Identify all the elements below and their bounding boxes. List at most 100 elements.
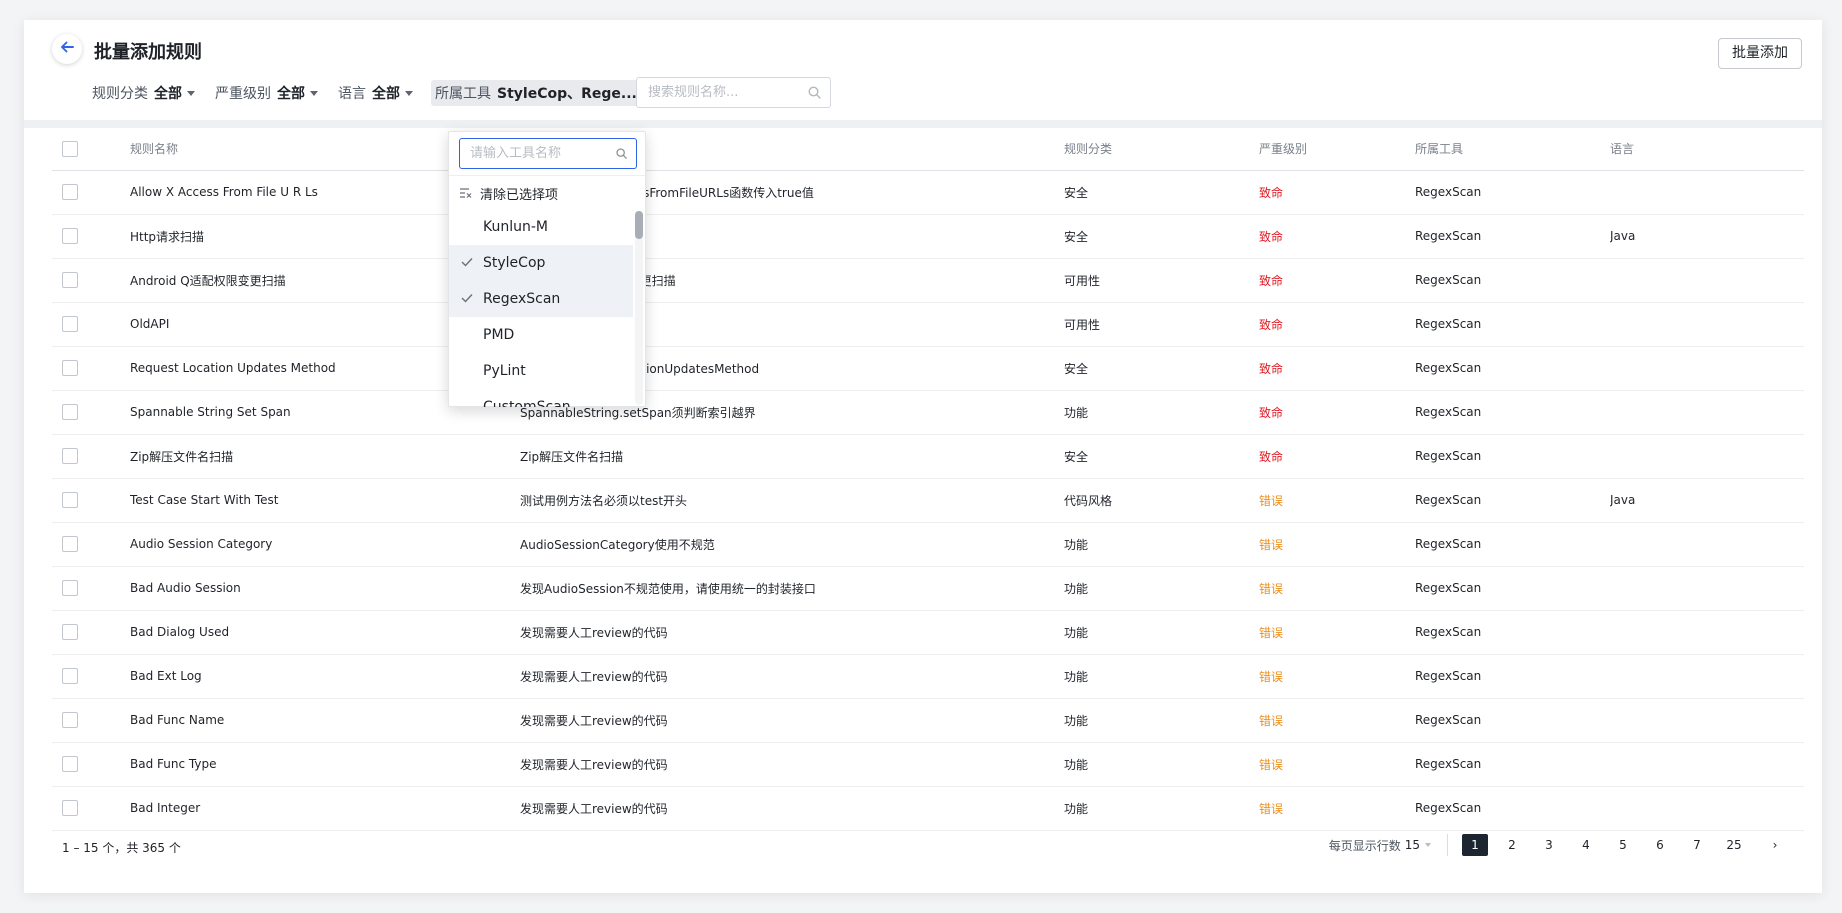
filter-label: 严重级别 [215, 86, 271, 102]
tool-option[interactable]: RegexScan [449, 281, 633, 317]
column-header[interactable]: 语言 [1610, 128, 1804, 171]
filter-label: 规则分类 [92, 86, 148, 102]
row-checkbox[interactable] [62, 492, 78, 508]
page-button[interactable]: 7 [1684, 834, 1710, 856]
rows-per-page-select[interactable]: 每页显示行数 15 [1329, 837, 1431, 854]
tool-option[interactable]: Kunlun-M [449, 209, 633, 245]
row-checkbox[interactable] [62, 448, 78, 464]
table-row[interactable]: OldAPIOldAPI可用性致命RegexScan [52, 302, 1804, 347]
language-cell: Java [1610, 214, 1804, 259]
back-button[interactable] [52, 34, 82, 64]
caret-down-icon [405, 90, 413, 96]
rule-search-input[interactable] [637, 78, 830, 107]
clear-selection-button[interactable]: 清除已选择项 [459, 180, 558, 206]
filter-tool[interactable]: 所属工具 StyleCop、Rege... [431, 80, 654, 106]
table-row[interactable]: Audio Session Category AudioSessionCatego… [52, 522, 1804, 567]
rule-category-cell: 功能 [1064, 786, 1259, 831]
table-row[interactable]: Request Location Updates Method禁止调用reque… [52, 346, 1804, 391]
severity-cell: 致命 [1259, 434, 1415, 479]
table-row[interactable]: Bad Ext Log 发现需要人工review的代码 功能 错误 RegexScan [52, 654, 1804, 699]
rule-description-cell: 发现需要人工review的代码 [520, 654, 1064, 699]
header-separator [24, 120, 1822, 128]
rule-name-cell: Bad Audio Session [130, 566, 520, 611]
select-all-checkbox[interactable] [62, 140, 78, 157]
dropdown-scrollbar[interactable] [635, 211, 643, 405]
page-button[interactable]: 5 [1610, 834, 1636, 856]
table-row[interactable]: Spannable String Set Span SpannableString… [52, 390, 1804, 435]
tool-search-input[interactable] [460, 139, 636, 168]
column-header[interactable]: 规则分类 [1064, 128, 1259, 171]
row-checkbox[interactable] [62, 316, 78, 332]
table-row[interactable]: Test Case Start With Test 测试用例方法名必须以test开… [52, 478, 1804, 523]
row-checkbox[interactable] [62, 800, 78, 816]
page-button[interactable]: 25 [1721, 834, 1747, 856]
pagination-summary: 1 – 15 个，共 365 个 [62, 841, 181, 855]
filter-category[interactable]: 规则分类 全部 [90, 80, 197, 106]
rule-name-cell: Bad Func Type [130, 742, 520, 787]
rule-category-cell: 功能 [1064, 390, 1259, 435]
table-row[interactable]: Bad Audio Session 发现AudioSession不规范使用，请使用… [52, 566, 1804, 611]
tool-cell: RegexScan [1415, 522, 1610, 567]
search-icon[interactable] [808, 86, 821, 103]
column-header[interactable]: 严重级别 [1259, 128, 1415, 171]
scrollbar-thumb[interactable] [635, 211, 643, 239]
row-checkbox[interactable] [62, 756, 78, 772]
table-row[interactable]: Android Q适配权限变更扫描Android Q适配权限变更扫描可用性致命R… [52, 258, 1804, 303]
row-checkbox[interactable] [62, 712, 78, 728]
row-checkbox[interactable] [62, 404, 78, 420]
tool-option[interactable]: StyleCop [449, 245, 633, 281]
checkbox-cell [52, 742, 130, 787]
table-row[interactable]: Bad Func Type 发现需要人工review的代码 功能 错误 RegexSca… [52, 742, 1804, 787]
row-checkbox[interactable] [62, 228, 78, 244]
checkbox-cell [52, 478, 130, 523]
row-checkbox[interactable] [62, 184, 78, 200]
row-checkbox[interactable] [62, 360, 78, 376]
next-page-button[interactable]: › [1762, 834, 1788, 856]
rule-category-cell: 安全 [1064, 434, 1259, 479]
severity-cell: 错误 [1259, 654, 1415, 699]
row-checkbox[interactable] [62, 624, 78, 640]
table-row[interactable]: Bad Dialog Used 发现需要人工review的代码 功能 错误 RegexS… [52, 610, 1804, 655]
checkbox-cell [52, 302, 130, 347]
page-button[interactable]: 3 [1536, 834, 1562, 856]
rules-table: 规则名称 规则分类 严重级别 所属工具 语言 Allow X Access Fr… [52, 128, 1804, 831]
page-button[interactable]: 1 [1462, 834, 1488, 856]
table-row[interactable]: Allow X Access From File U R Ls 禁止调用Allow… [52, 170, 1804, 215]
dropdown-divider [449, 175, 645, 176]
tool-cell: RegexScan [1415, 346, 1610, 391]
column-header[interactable]: 所属工具 [1415, 128, 1610, 171]
checkbox-cell [52, 170, 130, 215]
severity-cell: 错误 [1259, 698, 1415, 743]
tool-cell: RegexScan [1415, 654, 1610, 699]
tool-option[interactable]: CustomScan [449, 389, 633, 407]
rule-description-cell: 发现需要人工review的代码 [520, 742, 1064, 787]
table-row[interactable]: Bad Integer 发现需要人工review的代码 功能 错误 RegexScan [52, 786, 1804, 831]
filter-value: StyleCop、Rege... [497, 86, 637, 102]
row-checkbox[interactable] [62, 272, 78, 288]
table-row[interactable]: Bad Func Name 发现需要人工review的代码 功能 错误 RegexSca… [52, 698, 1804, 743]
language-cell [1610, 742, 1804, 787]
filter-severity[interactable]: 严重级别 全部 [213, 80, 320, 106]
row-checkbox[interactable] [62, 536, 78, 552]
rule-name-cell: Bad Integer [130, 786, 520, 831]
batch-add-button[interactable]: 批量添加 [1718, 38, 1802, 69]
page-button[interactable]: 4 [1573, 834, 1599, 856]
table-row[interactable]: Http请求扫描Http请求扫描安全致命RegexScanJava [52, 214, 1804, 259]
rule-name-cell: Bad Func Name [130, 698, 520, 743]
main-panel: 批量添加规则 批量添加 规则分类 全部 严重级别 全部 语言 全部 所属工具 S… [24, 20, 1822, 893]
language-cell [1610, 698, 1804, 743]
tool-option[interactable]: PMD [449, 317, 633, 353]
tool-option[interactable]: PyLint [449, 353, 633, 389]
page-button[interactable]: 2 [1499, 834, 1525, 856]
rule-description-cell: 发现AudioSession不规范使用，请使用统一的封装接口 [520, 566, 1064, 611]
filter-language[interactable]: 语言 全部 [336, 80, 415, 106]
page-button[interactable]: 6 [1647, 834, 1673, 856]
checkbox-cell [52, 654, 130, 699]
rule-description-cell: AudioSessionCategory使用不规范 [520, 522, 1064, 567]
table-header-row: 规则名称 规则分类 严重级别 所属工具 语言 [52, 128, 1804, 171]
row-checkbox[interactable] [62, 668, 78, 684]
row-checkbox[interactable] [62, 580, 78, 596]
checkbox-cell [52, 390, 130, 435]
table-row[interactable]: Zip解压文件名扫描 Zip解压文件名扫描 安全 致命 RegexScan [52, 434, 1804, 479]
rule-category-cell: 安全 [1064, 214, 1259, 259]
